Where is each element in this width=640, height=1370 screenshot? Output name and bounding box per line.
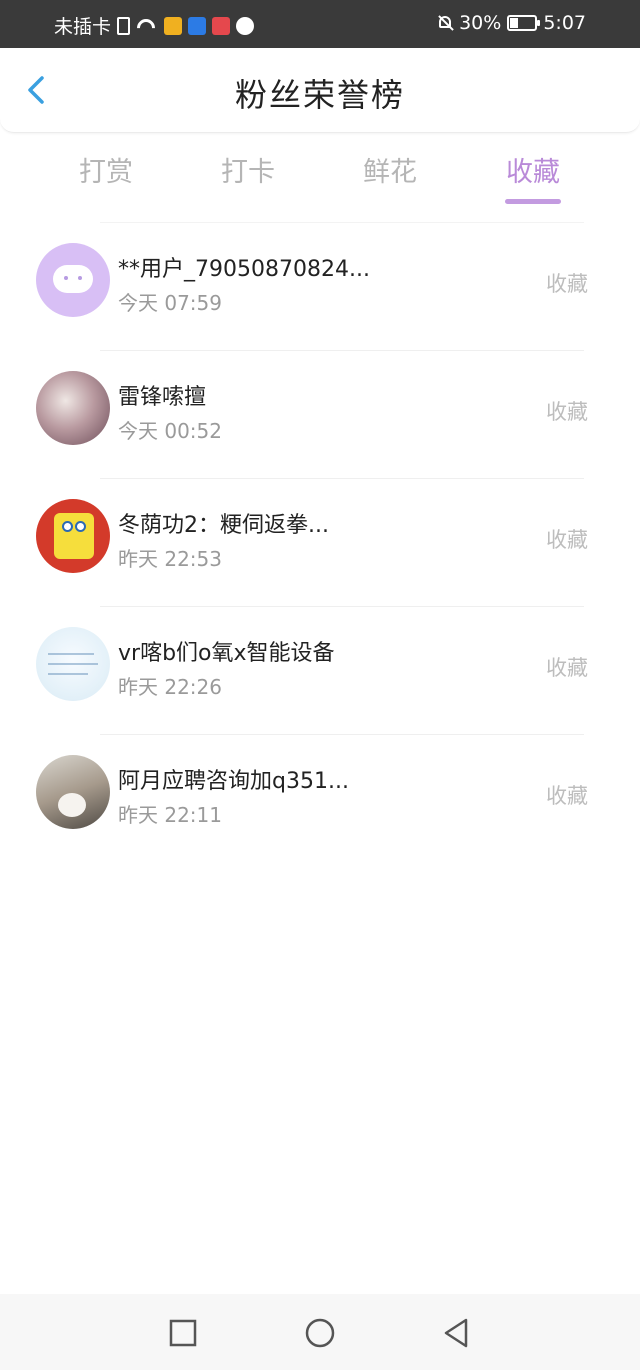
tab-bar: 打赏 打卡 鲜花 收藏 <box>0 150 640 210</box>
user-name: **用户_79050870824... <box>118 257 370 282</box>
tab-dashang[interactable]: 打赏 <box>36 150 176 189</box>
user-name: 阿月应聘咨询加q351... <box>118 769 349 794</box>
page-title: 粉丝荣誉榜 <box>234 76 405 114</box>
user-name: vr喀b们o氧x智能设备 <box>118 641 335 666</box>
tab-underline <box>505 199 561 204</box>
tab-daka[interactable]: 打卡 <box>178 150 318 189</box>
avatar[interactable] <box>36 243 110 317</box>
list-item[interactable]: vr喀b们o氧x智能设备 昨天 22:26 收藏 <box>36 606 588 734</box>
tab-label: 收藏 <box>506 157 560 188</box>
home-button[interactable] <box>301 1314 339 1352</box>
list-item[interactable]: 阿月应聘咨询加q351... 昨天 22:11 收藏 <box>36 734 588 862</box>
app-icon <box>236 16 255 35</box>
avatar[interactable] <box>36 627 110 701</box>
status-bar: 未插卡 30% 5:07 <box>0 0 640 48</box>
battery-percent: 30% <box>459 12 502 34</box>
weibo-icon <box>164 16 183 35</box>
avatar[interactable] <box>36 499 110 573</box>
chat-bubble-icon <box>53 265 93 293</box>
list-item[interactable]: 冬荫功2：粳伺返拳... 昨天 22:53 收藏 <box>36 478 588 606</box>
triangle-back-icon <box>444 1318 468 1348</box>
tab-label: 打赏 <box>79 157 133 188</box>
clock: 5:07 <box>543 12 586 34</box>
list-item[interactable]: 雷锋嗦擅 今天 00:52 收藏 <box>36 350 588 478</box>
timestamp: 昨天 22:26 <box>118 675 222 699</box>
tab-shoucang[interactable]: 收藏 <box>463 150 603 204</box>
dot <box>78 276 82 280</box>
status-left: 未插卡 <box>54 12 255 39</box>
status-right: 30% 5:07 <box>437 12 586 34</box>
system-nav-bar <box>0 1294 640 1370</box>
fan-list: **用户_79050870824... 今天 07:59 收藏 雷锋嗦擅 今天 … <box>0 222 640 862</box>
carrier-text: 未插卡 <box>54 16 112 38</box>
battery-icon <box>507 15 541 31</box>
eye <box>62 521 73 532</box>
app-icon <box>212 16 231 35</box>
circle-icon <box>305 1318 335 1348</box>
eye <box>75 521 86 532</box>
user-name: 雷锋嗦擅 <box>118 385 207 410</box>
action-label: 收藏 <box>546 784 588 808</box>
action-label: 收藏 <box>546 656 588 680</box>
tab-label: 打卡 <box>221 157 275 188</box>
user-name: 冬荫功2：粳伺返拳... <box>118 513 329 538</box>
dot <box>64 276 68 280</box>
recents-button[interactable] <box>164 1314 202 1352</box>
app-icon <box>188 16 207 35</box>
sponge-face <box>54 513 94 559</box>
app-header: 粉丝荣誉榜 <box>0 48 640 133</box>
timestamp: 昨天 22:53 <box>118 547 222 571</box>
tab-xianhua[interactable]: 鲜花 <box>320 150 460 189</box>
back-nav-button[interactable] <box>437 1314 475 1352</box>
list-item[interactable]: **用户_79050870824... 今天 07:59 收藏 <box>36 222 588 350</box>
tab-label: 鲜花 <box>363 157 417 188</box>
sim-icon <box>117 16 131 35</box>
avatar[interactable] <box>36 371 110 445</box>
handwriting-line <box>48 663 98 665</box>
handwriting-line <box>48 673 88 675</box>
mute-bell-icon <box>437 14 453 32</box>
action-label: 收藏 <box>546 400 588 424</box>
timestamp: 今天 00:52 <box>118 419 222 443</box>
cat-shape <box>58 793 86 817</box>
square-icon <box>169 1319 197 1347</box>
action-label: 收藏 <box>546 528 588 552</box>
action-label: 收藏 <box>546 272 588 296</box>
avatar[interactable] <box>36 755 110 829</box>
wifi-icon <box>136 17 158 35</box>
handwriting-line <box>48 653 94 655</box>
timestamp: 今天 07:59 <box>118 291 222 315</box>
timestamp: 昨天 22:11 <box>118 803 222 827</box>
